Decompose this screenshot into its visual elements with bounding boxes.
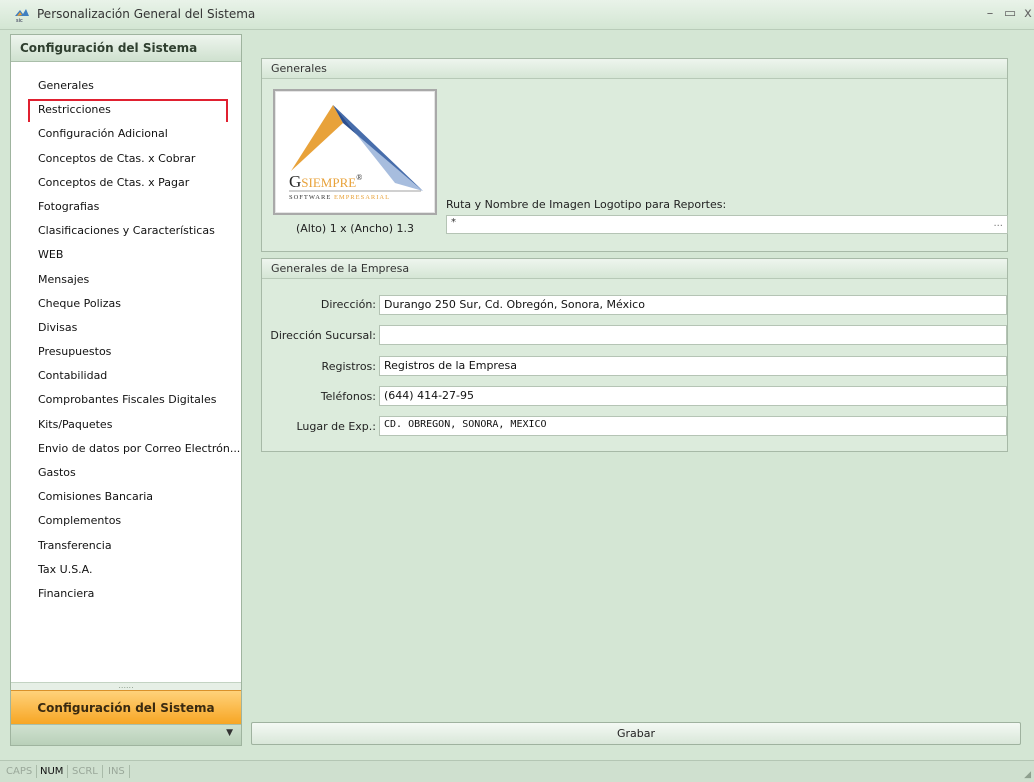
- sidebar: Configuración del Sistema Generales Restr…: [10, 34, 242, 746]
- telefonos-field[interactable]: (644) 414-27-95: [379, 386, 1007, 406]
- sidebar-item-envio-de-datos-por-correo-electron[interactable]: Envio de datos por Correo Electrón...: [11, 437, 241, 461]
- registros-label: Registros:: [321, 360, 376, 373]
- sidebar-splitter[interactable]: ......: [11, 682, 241, 690]
- sidebar-item-transferencia[interactable]: Transferencia: [11, 534, 241, 558]
- sidebar-item-generales[interactable]: Generales: [11, 74, 241, 98]
- sidebar-item-comprobantes-fiscales-digitales[interactable]: Comprobantes Fiscales Digitales: [11, 388, 241, 412]
- app-icon: sic: [15, 9, 29, 23]
- window-title: Personalización General del Sistema: [37, 7, 256, 21]
- telefonos-label: Teléfonos:: [320, 390, 376, 403]
- sidebar-item-cheque-polizas[interactable]: Cheque Polizas: [11, 292, 241, 316]
- sidebar-item-configuracion-adicional[interactable]: Configuración Adicional: [11, 122, 241, 146]
- sidebar-item-gastos[interactable]: Gastos: [11, 461, 241, 485]
- direccion-sucursal-field[interactable]: [379, 325, 1007, 345]
- registros-field[interactable]: Registros de la Empresa: [379, 356, 1007, 376]
- direccion-label: Dirección:: [320, 298, 376, 311]
- lugar-exp-label: Lugar de Exp.:: [296, 420, 376, 433]
- empresa-group-header: Generales de la Empresa: [262, 259, 1007, 279]
- sidebar-item-conceptos-de-ctas-x-cobrar[interactable]: Conceptos de Ctas. x Cobrar: [11, 147, 241, 171]
- main-panel: Generales GSIEMPRE® SOFTWARE EMPRESARIAL…: [248, 34, 1024, 746]
- title-bar: sic Personalización General del Sistema …: [0, 0, 1034, 30]
- maximize-button[interactable]: ▭: [1002, 6, 1018, 21]
- browse-button[interactable]: ...: [993, 218, 1003, 229]
- ins-indicator: INS: [104, 765, 130, 778]
- svg-text:GSIEMPRE®: GSIEMPRE®: [289, 172, 362, 191]
- lugar-exp-field[interactable]: CD. OBREGON, SONORA, MEXICO: [379, 416, 1007, 436]
- sidebar-item-clasificaciones-y-caracteristicas[interactable]: Clasificaciones y Características: [11, 219, 241, 243]
- chevron-down-icon[interactable]: ▼: [226, 728, 233, 738]
- logo-image[interactable]: GSIEMPRE® SOFTWARE EMPRESARIAL: [273, 89, 437, 215]
- sidebar-item-financiera[interactable]: Financiera: [11, 582, 241, 606]
- sidebar-item-complementos[interactable]: Complementos: [11, 509, 241, 533]
- sidebar-item-mensajes[interactable]: Mensajes: [11, 268, 241, 292]
- num-indicator: NUM: [36, 765, 69, 778]
- sidebar-item-restricciones[interactable]: Restricciones: [11, 98, 241, 123]
- sidebar-item-tax-u-s-a[interactable]: Tax U.S.A.: [11, 558, 241, 582]
- empresa-group: Generales de la Empresa Dirección: Duran…: [261, 258, 1008, 452]
- direccion-sucursal-label: Dirección Sucursal:: [270, 329, 376, 342]
- sidebar-item-fotografias[interactable]: Fotografias: [11, 195, 241, 219]
- scrl-indicator: SCRL: [68, 765, 103, 778]
- generales-group-header: Generales: [262, 59, 1007, 79]
- sidebar-item-comisiones-bancaria[interactable]: Comisiones Bancaria: [11, 485, 241, 509]
- generales-group: Generales GSIEMPRE® SOFTWARE EMPRESARIAL…: [261, 58, 1008, 252]
- sidebar-item-web[interactable]: WEB: [11, 243, 241, 267]
- logo-size-caption: (Alto) 1 x (Ancho) 1.3: [295, 222, 415, 235]
- sidebar-header: Configuración del Sistema: [11, 35, 241, 62]
- sidebar-options-strip[interactable]: ▼: [11, 724, 241, 745]
- sidebar-item-kits-paquetes[interactable]: Kits/Paquetes: [11, 413, 241, 437]
- logo-path-input[interactable]: * ...: [446, 215, 1008, 234]
- direccion-field[interactable]: Durango 250 Sur, Cd. Obregón, Sonora, Mé…: [379, 295, 1007, 315]
- minimize-button[interactable]: –: [982, 6, 998, 21]
- logo-path-label: Ruta y Nombre de Imagen Logotipo para Re…: [446, 198, 727, 211]
- sidebar-item-presupuestos[interactable]: Presupuestos: [11, 340, 241, 364]
- close-button[interactable]: x: [1020, 6, 1034, 21]
- logo-mountain-icon: GSIEMPRE® SOFTWARE EMPRESARIAL: [289, 105, 423, 201]
- sidebar-item-divisas[interactable]: Divisas: [11, 316, 241, 340]
- svg-text:sic: sic: [16, 18, 23, 23]
- save-button[interactable]: Grabar: [251, 722, 1021, 745]
- status-bar: CAPS NUM SCRL INS ◢: [0, 760, 1034, 782]
- sidebar-item-contabilidad[interactable]: Contabilidad: [11, 364, 241, 388]
- logo-path-value: *: [451, 217, 456, 228]
- svg-text:SOFTWARE EMPRESARIAL: SOFTWARE EMPRESARIAL: [289, 194, 390, 201]
- sidebar-bottom-tab[interactable]: Configuración del Sistema: [11, 690, 241, 724]
- caps-indicator: CAPS: [2, 765, 38, 778]
- sidebar-item-conceptos-de-ctas-x-pagar[interactable]: Conceptos de Ctas. x Pagar: [11, 171, 241, 195]
- resize-grip-icon[interactable]: ◢: [1024, 770, 1031, 780]
- sidebar-nav-list: Generales Restricciones Configuración Adic…: [11, 74, 241, 606]
